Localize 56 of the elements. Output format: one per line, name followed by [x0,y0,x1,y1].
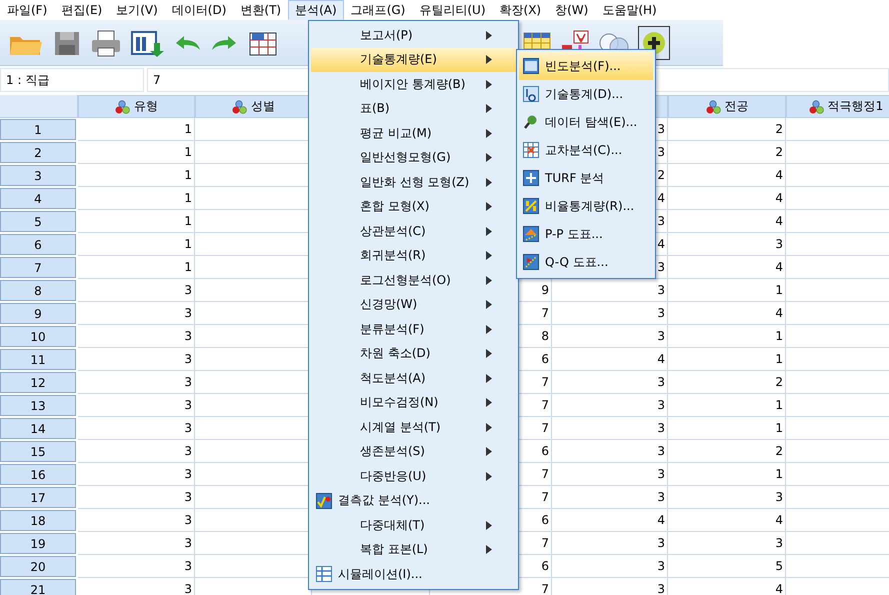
table-cell: 1 [78,141,195,164]
table-cell: 2 [668,440,786,463]
table-cell: 3 [552,371,668,394]
table-cell: 3 [552,302,668,325]
table-cell: 4 [668,210,786,233]
table-cell: 3 [552,578,668,595]
table-cell: 3 [78,325,195,348]
table-cell: 1 [78,210,195,233]
table-cell: 3 [78,532,195,555]
table-cell: 1 [668,394,786,417]
table-cell: 3 [552,532,668,555]
table-cell: 1 [668,463,786,486]
table-cell: 3 [78,463,195,486]
table-cell: 3 [78,279,195,302]
table-cell: 3 [78,302,195,325]
table-cell: 3 [552,440,668,463]
table-cell: 1 [668,325,786,348]
table-cell: 3 [78,509,195,532]
table-cell: 3 [78,348,195,371]
table-cell: 3 [78,417,195,440]
table-cell: 1 [78,164,195,187]
table-cell: 4 [668,187,786,210]
table-cell: 1 [78,256,195,279]
table-cell: 3 [78,578,195,595]
table-cell: 1 [668,279,786,302]
table-cell: 4 [668,256,786,279]
table-cell: 3 [552,463,668,486]
table-cell: 3 [78,371,195,394]
table-cell: 3 [552,486,668,509]
table-cell: 1 [78,187,195,210]
table-cell: 3 [552,555,668,578]
table-cell: 2 [668,371,786,394]
table-cell: 4 [552,348,668,371]
table-cell: 1 [668,348,786,371]
table-cell: 1 [668,417,786,440]
table-cell: 3 [78,440,195,463]
table-cell: 1 [78,118,195,141]
table-cell: 4 [668,302,786,325]
table-cell: 4 [668,578,786,595]
table-cell: 4 [668,164,786,187]
table-cell: 5 [668,555,786,578]
table-cell: 3 [552,394,668,417]
table-cell: 3 [668,233,786,256]
cell-reference: 1 : 직급 [0,68,144,92]
table-cell: 3 [78,394,195,417]
table-cell: 2 [668,141,786,164]
table-cell: 3 [552,417,668,440]
table-cell: 4 [552,509,668,532]
table-cell: 1 [78,233,195,256]
table-cell: 2 [668,118,786,141]
table-cell: 3 [78,486,195,509]
table-cell: 3 [668,486,786,509]
table-cell: 3 [552,325,668,348]
table-cell: 4 [668,509,786,532]
table-cell: 3 [668,532,786,555]
table-cell: 3 [78,555,195,578]
